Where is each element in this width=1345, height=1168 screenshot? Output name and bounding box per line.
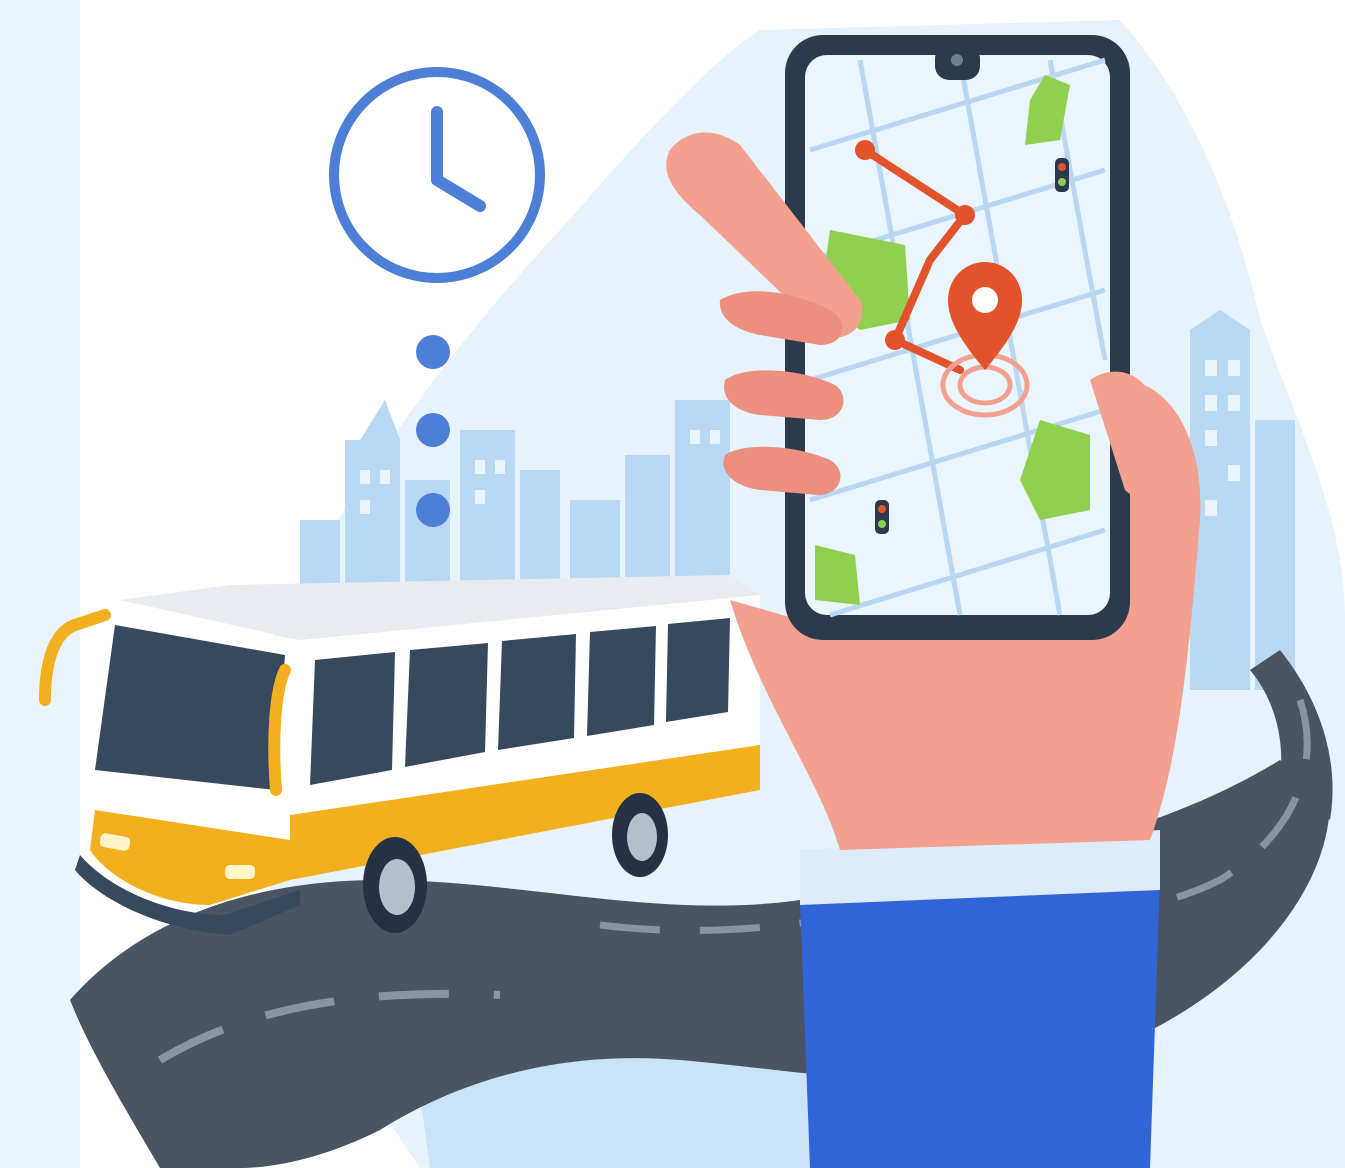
clock-dots: [416, 335, 450, 527]
clock-icon: [329, 67, 545, 283]
sleeve: [800, 880, 1160, 1168]
bus-tracking-illustration: [0, 0, 1345, 1168]
illustration-canvas: [0, 0, 1345, 1168]
left-panel: [0, 0, 80, 1168]
